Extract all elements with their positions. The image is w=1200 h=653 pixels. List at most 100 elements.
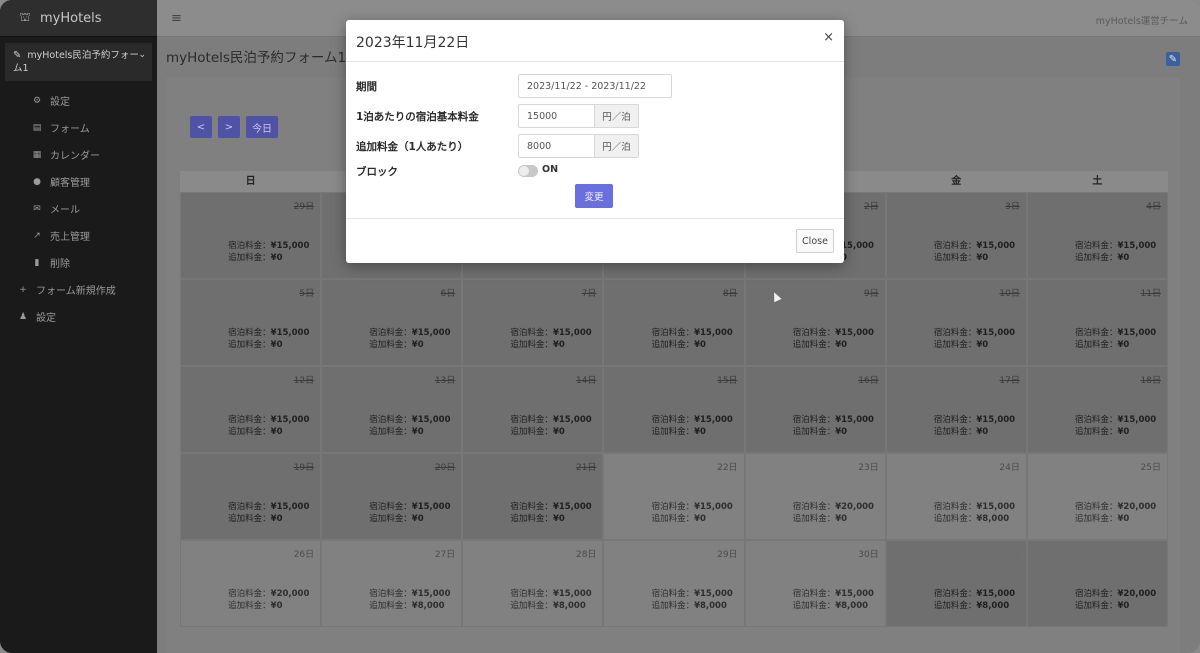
base-price-caption: 宿泊料金： (1074, 589, 1118, 599)
brand[interactable]: ⛫ myHotels (0, 0, 157, 37)
sidebar-item-mail[interactable]: ✉ メール (0, 195, 157, 222)
extra-price-caption: 追加料金： (651, 514, 695, 524)
base-price-value: ¥15,000 (976, 415, 1016, 425)
extra-price-value: ¥0 (270, 253, 283, 263)
calendar-day-cell[interactable]: 3日 宿泊料金：¥15,000 追加料金：¥0 (885, 192, 1027, 279)
extra-price-caption: 追加料金： (369, 601, 412, 611)
sidebar-item-calendar[interactable]: ▦ カレンダー (0, 141, 157, 168)
calendar-day-cell[interactable]: 9日 宿泊料金：¥15,000 追加料金：¥0 (744, 279, 886, 366)
calendar-day-cell[interactable]: 22日 宿泊料金：¥15,000 追加料金：¥0 (603, 453, 745, 540)
extra-price-value: ¥8,000 (411, 601, 445, 611)
team-name[interactable]: myHotels運営チーム (1096, 13, 1188, 27)
day-prices: 宿泊料金：¥15,000 追加料金：¥0 (228, 327, 314, 351)
calendar-day-cell[interactable]: 10日 宿泊料金：¥15,000 追加料金：¥0 (885, 279, 1027, 366)
day-number: 22日 (717, 463, 738, 473)
calendar-day-cell[interactable]: 16日 宿泊料金：¥15,000 追加料金：¥0 (744, 366, 886, 453)
day-number: 21日 (575, 463, 597, 473)
day-number: 28日 (575, 550, 597, 560)
next-month-button[interactable]: > (218, 116, 240, 138)
base-price-value: ¥15,000 (835, 589, 874, 599)
calendar-day-cell[interactable]: 20日 宿泊料金：¥15,000 追加料金：¥0 (321, 453, 463, 540)
calendar-day-cell[interactable]: 14日 宿泊料金：¥15,000 追加料金：¥0 (462, 366, 604, 453)
sidebar-item-label: 売上管理 (50, 232, 90, 243)
base-price-caption: 宿泊料金： (510, 589, 553, 599)
form-selector[interactable]: ✎ myHotels民泊予約フォーム1 ⌄ (5, 43, 152, 81)
calendar-day-cell[interactable]: 21日 宿泊料金：¥15,000 追加料金：¥0 (462, 453, 604, 540)
day-prices: 宿泊料金：¥15,000 追加料金：¥0 (1075, 327, 1161, 351)
day-number: 13日 (434, 376, 456, 386)
change-button[interactable]: 変更 (575, 184, 613, 208)
block-toggle[interactable] (518, 165, 538, 177)
base-price-value: ¥15,000 (270, 241, 310, 251)
calendar-day-cell[interactable]: 29日 宿泊料金：¥15,000 追加料金：¥8,000 (603, 540, 745, 627)
day-number: 5日 (299, 289, 315, 299)
sidebar-item-sales[interactable]: ↗ 売上管理 (0, 222, 157, 249)
sidebar-item-delete[interactable]: ▮ 削除 (0, 249, 157, 276)
day-number: 8日 (722, 289, 738, 299)
close-button[interactable]: Close (796, 229, 834, 253)
base-price-caption: 宿泊料金： (369, 415, 412, 425)
calendar-day-cell[interactable]: 30日 宿泊料金：¥15,000 追加料金：¥8,000 (744, 540, 886, 627)
sidebar-item-account-settings[interactable]: ♟ 設定 (0, 303, 157, 330)
base-price-value: ¥15,000 (976, 328, 1016, 338)
sidebar-item-customers[interactable]: ● 顧客管理 (0, 168, 157, 195)
base-price-caption: 宿泊料金： (651, 589, 695, 599)
calendar-day-cell[interactable]: 18日 宿泊料金：¥15,000 追加料金：¥0 (1026, 366, 1168, 453)
calendar-day-cell[interactable]: 1日 宿泊料金：¥15,000 追加料金：¥8,000 (885, 540, 1027, 627)
day-number: 20日 (434, 463, 456, 473)
base-price-value: ¥15,000 (835, 415, 874, 425)
calendar-day-cell[interactable]: 2日 宿泊料金：¥20,000 追加料金：¥0 (1026, 540, 1168, 627)
calendar-day-cell[interactable]: 7日 宿泊料金：¥15,000 追加料金：¥0 (462, 279, 604, 366)
calendar-day-cell[interactable]: 4日 宿泊料金：¥15,000 追加料金：¥0 (1026, 192, 1168, 279)
prev-month-button[interactable]: < (190, 116, 212, 138)
base-price-value: ¥20,000 (1117, 589, 1157, 599)
extra-price-caption: 追加料金： (792, 427, 836, 437)
extra-price-caption: 追加料金： (1074, 601, 1118, 611)
extra-price-value: ¥8,000 (694, 601, 727, 611)
close-icon[interactable]: × (823, 30, 834, 45)
calendar-day-cell[interactable]: 15日 宿泊料金：¥15,000 追加料金：¥0 (603, 366, 745, 453)
calendar-day-cell[interactable]: 29日 宿泊料金：¥15,000 追加料金：¥0 (180, 192, 322, 279)
day-prices: 宿泊料金：¥15,000 追加料金：¥0 (510, 414, 596, 438)
sidebar-item-form[interactable]: ▤ フォーム (0, 114, 157, 141)
hamburger-menu-icon[interactable]: ≡ (171, 11, 182, 26)
calendar-day-cell[interactable]: 25日 宿泊料金：¥20,000 追加料金：¥0 (1026, 453, 1168, 540)
mail-icon: ✉ (33, 203, 41, 214)
calendar-day-cell[interactable]: 19日 宿泊料金：¥15,000 追加料金：¥0 (180, 453, 322, 540)
app-window: ⛫ myHotels ✎ myHotels民泊予約フォーム1 ⌄ ⚙ 設定 ▤ フォー… (0, 0, 1200, 653)
calendar-day-cell[interactable]: 13日 宿泊料金：¥15,000 追加料金：¥0 (321, 366, 463, 453)
sidebar-item-settings[interactable]: ⚙ 設定 (0, 87, 157, 114)
calendar-day-cell[interactable]: 12日 宿泊料金：¥15,000 追加料金：¥0 (180, 366, 322, 453)
edit-page-icon[interactable]: ✎ (1166, 52, 1180, 66)
block-toggle-label: ON (542, 164, 559, 175)
period-input[interactable]: 2023/11/22 - 2023/11/22 (518, 74, 672, 98)
extra-price-caption: 追加料金： (510, 514, 553, 524)
extra-price-input[interactable]: 8000 (518, 134, 595, 158)
extra-price-caption: 追加料金： (792, 601, 836, 611)
calendar-day-cell[interactable]: 11日 宿泊料金：¥15,000 追加料金：¥0 (1026, 279, 1168, 366)
day-prices: 宿泊料金：¥15,000 追加料金：¥0 (228, 240, 314, 264)
calendar-day-cell[interactable]: 17日 宿泊料金：¥15,000 追加料金：¥0 (885, 366, 1027, 453)
page-title: myHotels民泊予約フォーム1 (166, 50, 347, 66)
calendar-day-cell[interactable]: 26日 宿泊料金：¥20,000 追加料金：¥0 (180, 540, 322, 627)
calendar-day-cell[interactable]: 6日宿泊料金：¥15,000 追加料金：¥0 (321, 279, 463, 366)
day-prices: 宿泊料金：¥20,000 追加料金：¥0 (228, 588, 314, 612)
day-number: 6日 (440, 289, 456, 299)
calendar-day-cell[interactable]: 5日宿泊料金：¥15,000 追加料金：¥0 (180, 279, 322, 366)
sidebar-item-label: 削除 (50, 259, 70, 270)
calendar-day-cell[interactable]: 24日 宿泊料金：¥15,000 追加料金：¥8,000 (885, 453, 1027, 540)
sidebar-item-new-form[interactable]: + フォーム新規作成 (0, 276, 157, 303)
extra-price-label: 追加料金（1人あたり） (356, 141, 469, 153)
base-price-input[interactable]: 15000 (518, 104, 595, 128)
calendar-day-cell[interactable]: 8日 宿泊料金：¥15,000 追加料金：¥0 (603, 279, 745, 366)
day-number: 24日 (999, 463, 1020, 473)
calendar-day-cell[interactable]: 23日 宿泊料金：¥20,000 追加料金：¥0 (744, 453, 886, 540)
calendar-day-cell[interactable]: 28日 宿泊料金：¥15,000 追加料金：¥8,000 (462, 540, 604, 627)
today-button[interactable]: 今日 (246, 116, 278, 138)
extra-price-caption: 追加料金： (1074, 514, 1118, 524)
calendar-day-cell[interactable]: 27日 宿泊料金：¥15,000 追加料金：¥8,000 (321, 540, 463, 627)
extra-price-value: ¥0 (835, 340, 848, 350)
day-prices: 宿泊料金：¥20,000 追加料金：¥0 (1075, 501, 1161, 525)
base-price-caption: 宿泊料金： (510, 328, 553, 338)
day-prices: 宿泊料金：¥15,000 追加料金：¥0 (369, 327, 455, 351)
